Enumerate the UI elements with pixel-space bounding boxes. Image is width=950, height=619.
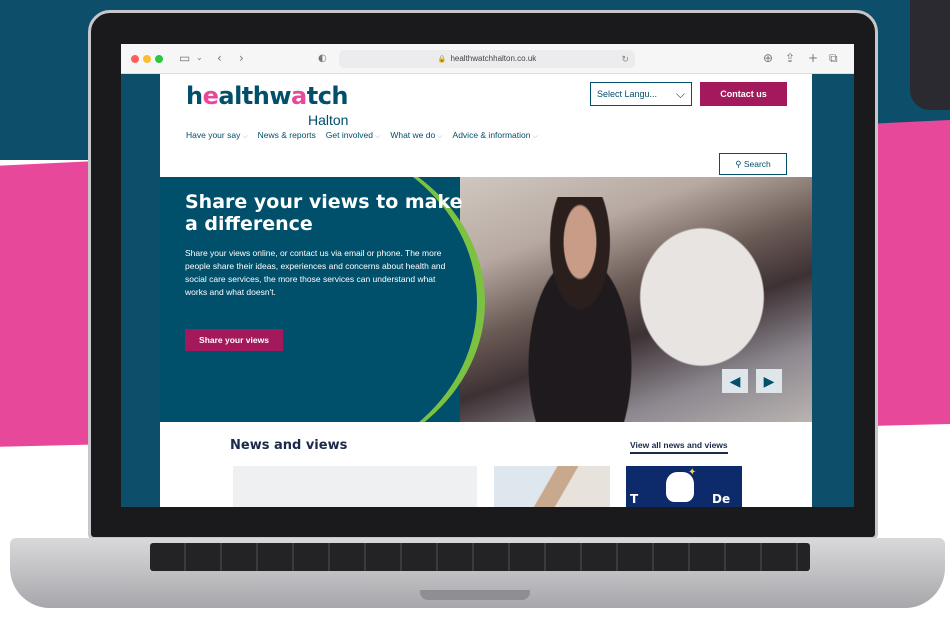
card-text-right: De [712,492,731,506]
search-button[interactable]: ⚲ Search [719,153,787,175]
new-tab-icon[interactable]: + [808,51,818,65]
nav-item-news-reports[interactable]: News & reports [258,130,316,141]
background-person [910,0,950,110]
web-page: healthwatch Halton Select Langu... ⌵ Con… [160,74,812,507]
forward-arrow-icon[interactable]: › [239,51,244,65]
news-card[interactable] [494,466,610,507]
download-icon[interactable]: ⊕ [763,51,773,65]
language-select[interactable]: Select Langu... ⌵ [590,82,692,106]
laptop-keyboard [150,543,810,571]
hero-text: Share your views online, or contact us v… [185,248,446,297]
share-icon[interactable]: ⇪ [785,51,795,65]
search-label: Search [743,159,771,169]
close-window-button[interactable] [131,55,139,63]
carousel-prev-button[interactable]: ◀ [722,369,748,393]
sidebar-icon[interactable]: ▭ [179,51,190,65]
chevron-down-icon: ⌵ [437,133,443,140]
logo-wordmark: healthwatch [186,82,349,110]
nav-item-have-your-say[interactable]: Have your say ⌵ [186,130,248,141]
contact-us-button[interactable]: Contact us [700,82,787,106]
news-card[interactable] [233,466,477,507]
language-select-value: Select Langu... [597,89,658,99]
carousel-next-button[interactable]: ▶ [756,369,782,393]
view-all-news-link[interactable]: View all news and views [630,440,728,454]
chevron-down-icon: ⌵ [675,87,685,101]
news-section-title: News and views [230,438,348,453]
tabs-overview-icon[interactable]: ⧉ [829,51,838,66]
main-nav: Have your say ⌵ News & reports Get involv… [186,130,538,141]
triangle-left-icon: ◀ [729,373,741,389]
nav-item-what-we-do[interactable]: What we do ⌵ [390,130,442,141]
hero-title: Share your views to make a difference [185,191,463,235]
laptop-notch [420,590,530,600]
browser-toolbar: ▭ ⌄ ‹ › ◐ 🔒 healthwatchhalton.co.uk ↻ ⊕ ⇪… [121,44,854,74]
reload-icon[interactable]: ↻ [621,50,629,68]
lock-icon: 🔒 [437,56,447,63]
laptop-screen: ▭ ⌄ ‹ › ◐ 🔒 healthwatchhalton.co.uk ↻ ⊕ ⇪… [121,44,854,507]
nav-item-advice-information[interactable]: Advice & information ⌵ [453,130,538,141]
chevron-down-icon: ⌵ [375,133,381,140]
nav-item-get-involved[interactable]: Get involved ⌵ [326,130,381,141]
news-card[interactable]: ✦ T De [626,466,742,507]
url-text: healthwatchhalton.co.uk [450,54,537,63]
triangle-right-icon: ▶ [763,373,775,389]
hero-photo-person-left [500,197,660,422]
hero-banner: Share your views to make a difference Sh… [160,177,812,422]
chevron-down-icon: ⌵ [242,133,248,140]
card-text-left: T [630,492,639,506]
chevron-down-icon[interactable]: ⌄ [196,53,203,62]
sparkle-icon: ✦ [688,467,697,478]
address-bar[interactable]: 🔒 healthwatchhalton.co.uk ↻ [339,50,635,68]
chevron-down-icon: ⌵ [532,133,538,140]
zoom-window-button[interactable] [155,55,163,63]
share-your-views-button[interactable]: Share your views [185,329,283,351]
search-icon: ⚲ [735,160,742,170]
logo-subtitle: Halton [308,112,349,128]
healthwatch-logo[interactable]: healthwatch Halton [186,82,349,128]
back-arrow-icon[interactable]: ‹ [217,51,222,65]
privacy-shield-icon[interactable]: ◐ [318,53,327,64]
minimize-window-button[interactable] [143,55,151,63]
